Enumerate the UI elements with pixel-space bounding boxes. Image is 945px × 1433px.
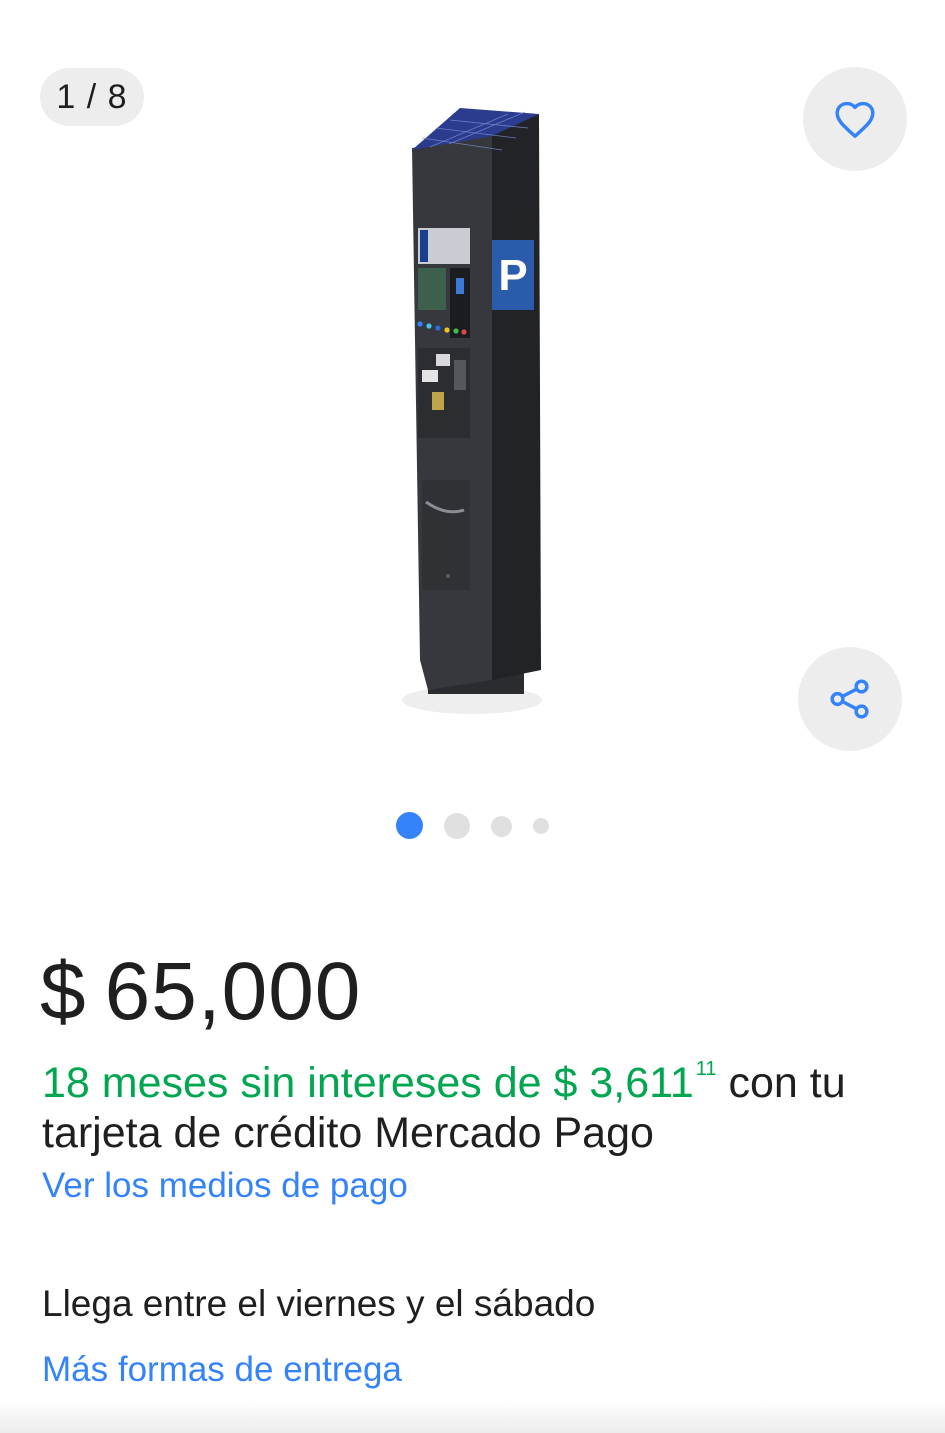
- image-counter: 1 / 8: [40, 68, 144, 126]
- pagination-dot-active[interactable]: [396, 812, 423, 839]
- parking-panel-letter: P: [498, 251, 527, 300]
- more-delivery-options-link[interactable]: Más formas de entrega: [42, 1350, 402, 1390]
- image-pagination-dots[interactable]: [0, 812, 945, 840]
- share-button[interactable]: [798, 647, 902, 751]
- product-image[interactable]: P: [392, 100, 554, 720]
- installments-text-card: tarjeta de crédito Mercado Pago: [42, 1109, 654, 1157]
- price-amount: 65,000: [104, 946, 362, 1037]
- bottom-edge: [0, 1400, 945, 1433]
- price-currency: $: [40, 946, 87, 1037]
- installments-highlight: 18 meses sin intereses de $ 3,611: [42, 1059, 694, 1107]
- pagination-dot[interactable]: [491, 816, 512, 837]
- pagination-dot[interactable]: [533, 818, 549, 834]
- heart-outline-icon: [835, 101, 875, 138]
- favorite-button[interactable]: [803, 67, 907, 171]
- shipping-arrival: Llega entre el viernes y el sábado: [42, 1283, 596, 1324]
- installments-text: con tu: [716, 1059, 846, 1107]
- installments-cents: 11: [695, 1058, 717, 1080]
- pagination-dot[interactable]: [444, 813, 470, 839]
- share-icon: [830, 679, 869, 719]
- payment-methods-link[interactable]: Ver los medios de pago: [42, 1166, 408, 1206]
- installments-info: 18 meses sin intereses de $ 3,611 11 con …: [42, 1044, 912, 1158]
- image-gallery[interactable]: 1 / 8 P: [0, 0, 945, 870]
- product-price: $ 65,000: [40, 945, 361, 1039]
